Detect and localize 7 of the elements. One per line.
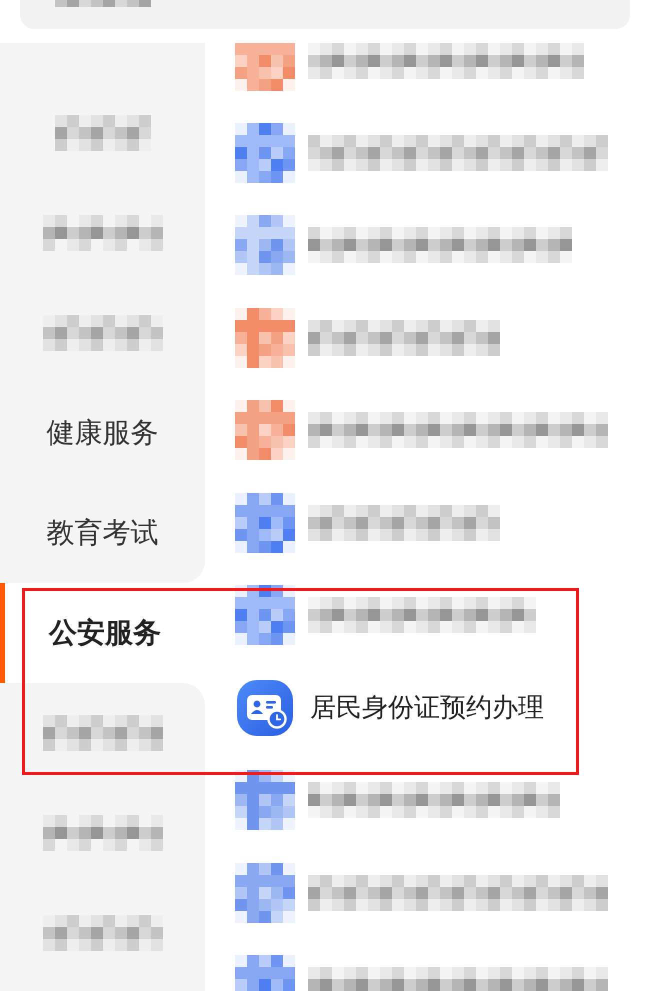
sidebar-tab[interactable]: [0, 883, 205, 991]
sidebar-tab[interactable]: 教育考试: [0, 483, 205, 583]
sidebar-tab[interactable]: [0, 683, 205, 783]
id-card-clock-icon: [237, 680, 293, 736]
service-item[interactable]: 居民身份证预约办理: [235, 661, 660, 754]
sidebar-tab[interactable]: [0, 43, 205, 183]
sidebar-tab[interactable]: 健康服务: [0, 383, 205, 483]
